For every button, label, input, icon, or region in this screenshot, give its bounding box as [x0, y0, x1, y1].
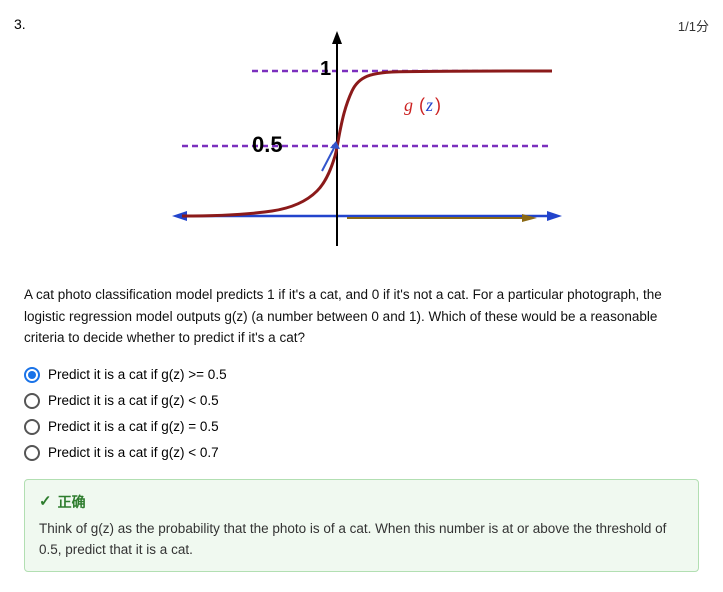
svg-text:z: z: [425, 95, 433, 115]
option-label-2: Predict it is a cat if g(z) < 0.5: [48, 393, 219, 408]
option-item-1[interactable]: Predict it is a cat if g(z) >= 0.5: [24, 367, 699, 383]
score-badge: 1/1分: [678, 16, 709, 35]
svg-text:1: 1: [320, 58, 331, 80]
svg-text:0.5: 0.5: [252, 132, 283, 157]
page-container: 3. 1/1分 1: [0, 0, 723, 592]
graph-area: 1 0.5 g ( z ): [152, 26, 572, 266]
question-text: A cat photo classification model predict…: [24, 284, 699, 349]
radio-button-1[interactable]: [24, 367, 40, 383]
feedback-header: ✓ 正确: [39, 490, 684, 514]
radio-inner-1: [28, 371, 36, 379]
option-label-1: Predict it is a cat if g(z) >= 0.5: [48, 367, 227, 382]
svg-text:): ): [435, 95, 441, 115]
option-label-4: Predict it is a cat if g(z) < 0.7: [48, 445, 219, 460]
svg-text:(: (: [419, 95, 425, 115]
option-item-3[interactable]: Predict it is a cat if g(z) = 0.5: [24, 419, 699, 435]
check-icon: ✓: [39, 490, 52, 514]
options-list: Predict it is a cat if g(z) >= 0.5 Predi…: [24, 367, 699, 461]
question-number: 3.: [14, 16, 26, 32]
option-label-3: Predict it is a cat if g(z) = 0.5: [48, 419, 219, 434]
radio-button-4[interactable]: [24, 445, 40, 461]
feedback-box: ✓ 正确 Think of g(z) as the probability th…: [24, 479, 699, 572]
feedback-text: Think of g(z) as the probability that th…: [39, 518, 684, 561]
radio-button-3[interactable]: [24, 419, 40, 435]
sigmoid-graph: 1 0.5 g ( z ): [152, 26, 572, 266]
option-item-2[interactable]: Predict it is a cat if g(z) < 0.5: [24, 393, 699, 409]
radio-button-2[interactable]: [24, 393, 40, 409]
feedback-status: 正确: [58, 491, 86, 513]
option-item-4[interactable]: Predict it is a cat if g(z) < 0.7: [24, 445, 699, 461]
svg-text:g: g: [404, 95, 413, 115]
